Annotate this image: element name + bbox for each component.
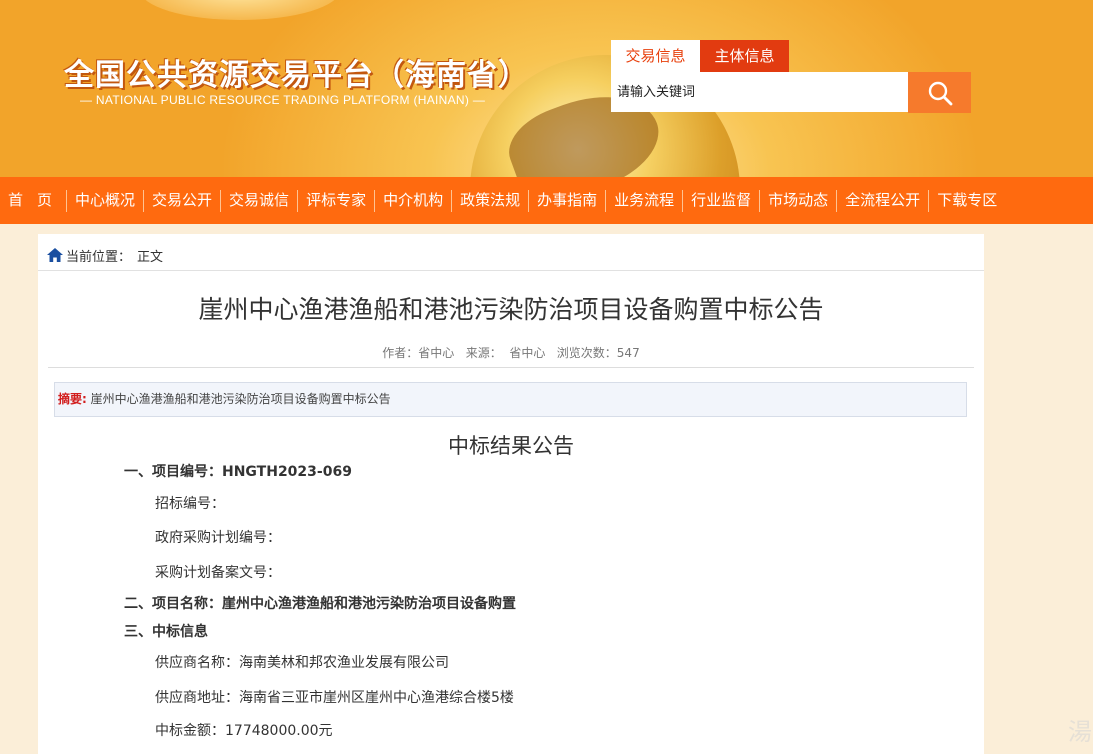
project-number: 一、项目编号：HNGTH2023-069 [124, 464, 352, 480]
search-button[interactable] [908, 72, 971, 113]
plan-filing-number: 采购计划备案文号： [155, 565, 281, 581]
summary-box: 摘要: 崖州中心渔港渔船和港池污染防治项目设备购置中标公告 [54, 382, 967, 417]
gov-plan-number: 政府采购计划编号： [155, 530, 281, 546]
award-info-heading: 三、中标信息 [124, 624, 208, 640]
article-meta: 作者：省中心 来源： 省中心 浏览次数：547 [382, 346, 640, 360]
meta-divider [48, 367, 974, 368]
breadcrumb-label: 当前位置： [66, 249, 132, 265]
summary-text: 崖州中心渔港渔船和港池污染防治项目设备购置中标公告 [86, 392, 391, 406]
header-glow [140, 0, 340, 20]
article-panel: 当前位置： 正文 崖州中心渔港渔船和港池污染防治项目设备购置中标公告 作者：省中… [38, 234, 984, 754]
watermark-text: 湯 [1068, 718, 1092, 746]
breadcrumb-divider [38, 270, 984, 271]
site-logo-subtitle: — NATIONAL PUBLIC RESOURCE TRADING PLATF… [80, 93, 486, 107]
nav-item-trade-public[interactable]: 交易公开 [144, 177, 220, 224]
summary-label: 摘要: [58, 392, 87, 406]
site-header: 全国公共资源交易平台（海南省） — NATIONAL PUBLIC RESOUR… [0, 0, 1093, 177]
breadcrumb: 当前位置： 正文 [46, 244, 163, 266]
search-input[interactable] [611, 72, 908, 112]
main-nav: 首页 中心概况 交易公开 交易诚信 评标专家 中介机构 政策法规 办事指南 业务… [0, 177, 1093, 224]
nav-item-policies[interactable]: 政策法规 [452, 177, 528, 224]
project-name: 二、项目名称：崖州中心渔港渔船和港池污染防治项目设备购置 [124, 596, 516, 612]
breadcrumb-current: 正文 [137, 249, 164, 265]
nav-item-process[interactable]: 业务流程 [606, 177, 682, 224]
nav-item-trade-credit[interactable]: 交易诚信 [221, 177, 297, 224]
home-icon[interactable] [46, 247, 64, 263]
supplier-name: 供应商名称：海南美林和邦农渔业发展有限公司 [155, 655, 449, 671]
tender-number: 招标编号： [155, 496, 225, 512]
nav-item-overview[interactable]: 中心概况 [67, 177, 143, 224]
search-tabs: 交易信息 主体信息 [611, 40, 789, 72]
supplier-address: 供应商地址：海南省三亚市崖州区崖州中心渔港综合楼5楼 [155, 690, 514, 706]
award-amount: 中标金额：17748000.00元 [155, 723, 333, 739]
nav-item-supervision[interactable]: 行业监督 [683, 177, 759, 224]
tab-entity-info[interactable]: 主体信息 [700, 40, 789, 72]
nav-item-market[interactable]: 市场动态 [760, 177, 836, 224]
nav-item-guide[interactable]: 办事指南 [529, 177, 605, 224]
nav-item-downloads[interactable]: 下载专区 [929, 177, 1005, 224]
nav-item-full-process[interactable]: 全流程公开 [837, 177, 928, 224]
site-logo-title[interactable]: 全国公共资源交易平台（海南省） [64, 50, 529, 94]
result-heading: 中标结果公告 [448, 434, 574, 458]
nav-item-agencies[interactable]: 中介机构 [375, 177, 451, 224]
tab-trade-info[interactable]: 交易信息 [611, 40, 700, 72]
nav-item-experts[interactable]: 评标专家 [298, 177, 374, 224]
nav-item-home[interactable]: 首页 [0, 177, 66, 224]
search-icon [928, 81, 952, 105]
article-title: 崖州中心渔港渔船和港池污染防治项目设备购置中标公告 [198, 295, 824, 324]
